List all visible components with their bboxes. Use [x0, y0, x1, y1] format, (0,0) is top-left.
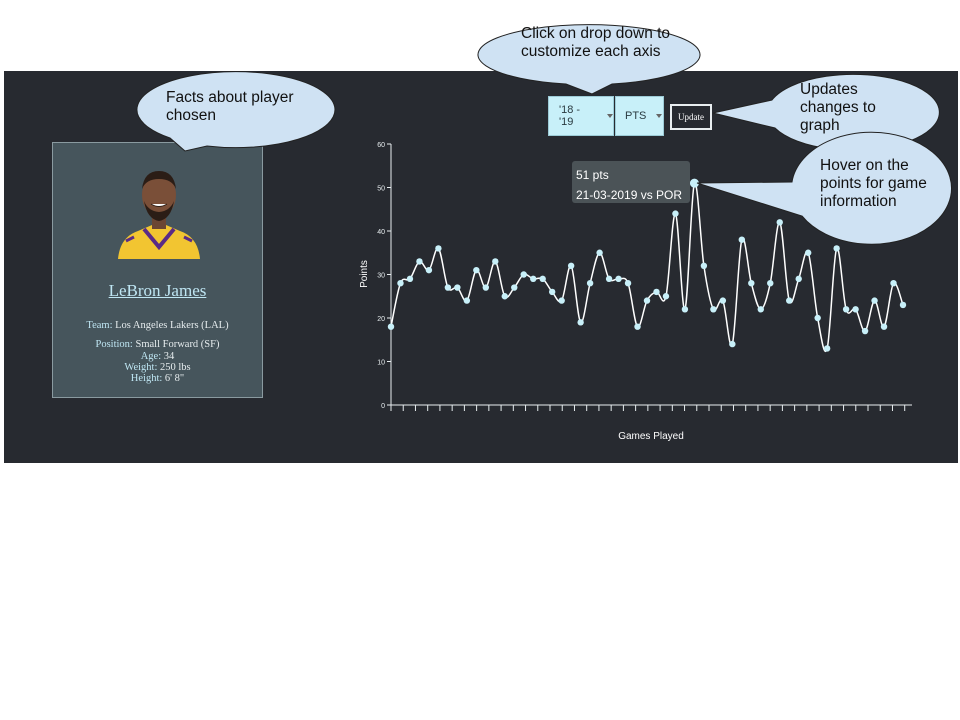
dropdown-annotation: Click on drop down to customize each axi… [521, 25, 671, 60]
hover-annotation: Hover on the points for game information [820, 157, 927, 210]
update-annotation: Updates changes to graph [800, 81, 876, 134]
facts-annotation: Facts about player chosen [166, 89, 294, 124]
